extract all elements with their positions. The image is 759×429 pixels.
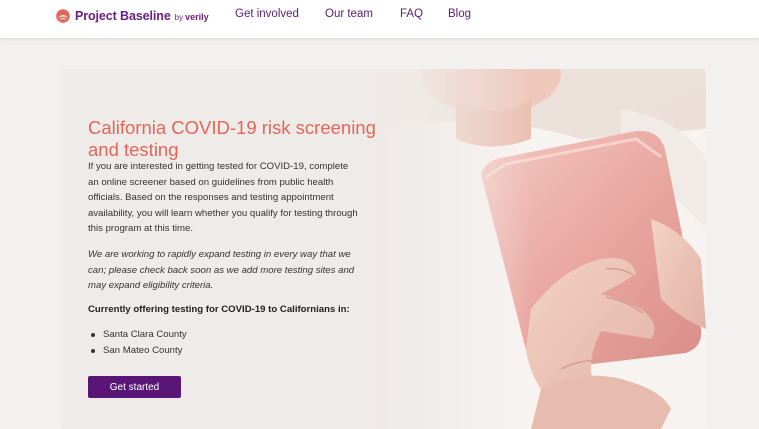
brand-by-text: by xyxy=(174,13,184,22)
hero-card: California COVID-19 risk screening and t… xyxy=(61,69,706,429)
county-label: Santa Clara County xyxy=(103,329,187,340)
county-list: Santa Clara County San Mateo County xyxy=(88,327,348,358)
nav-link-faq[interactable]: FAQ xyxy=(400,8,423,24)
bullet-icon xyxy=(91,333,95,337)
nav-link-get-involved[interactable]: Get involved xyxy=(235,8,299,24)
list-item: Santa Clara County xyxy=(88,327,348,343)
nav-link-blog[interactable]: Blog xyxy=(448,8,471,24)
intro-paragraph: If you are interested in getting tested … xyxy=(88,161,358,234)
top-navigation-bar: Project Baseline by verily Get involved … xyxy=(0,0,759,38)
brand-logo-link[interactable]: Project Baseline by verily xyxy=(56,8,209,24)
baseline-logo-icon xyxy=(56,9,70,23)
nav-link-our-team[interactable]: Our team xyxy=(325,8,373,24)
brand-partner-name: verily xyxy=(185,12,209,22)
page-title: California COVID-19 risk screening and t… xyxy=(88,117,376,161)
list-item: San Mateo County xyxy=(88,343,348,359)
bullet-icon xyxy=(91,348,95,353)
brand-name: Project Baseline xyxy=(75,9,171,23)
offering-heading: Currently offering testing for COVID-19 … xyxy=(88,304,350,315)
county-label: San Mateo County xyxy=(103,344,183,356)
get-started-button[interactable]: Get started xyxy=(88,376,181,398)
notice-paragraph: We are working to rapidly expand testing… xyxy=(88,249,355,291)
